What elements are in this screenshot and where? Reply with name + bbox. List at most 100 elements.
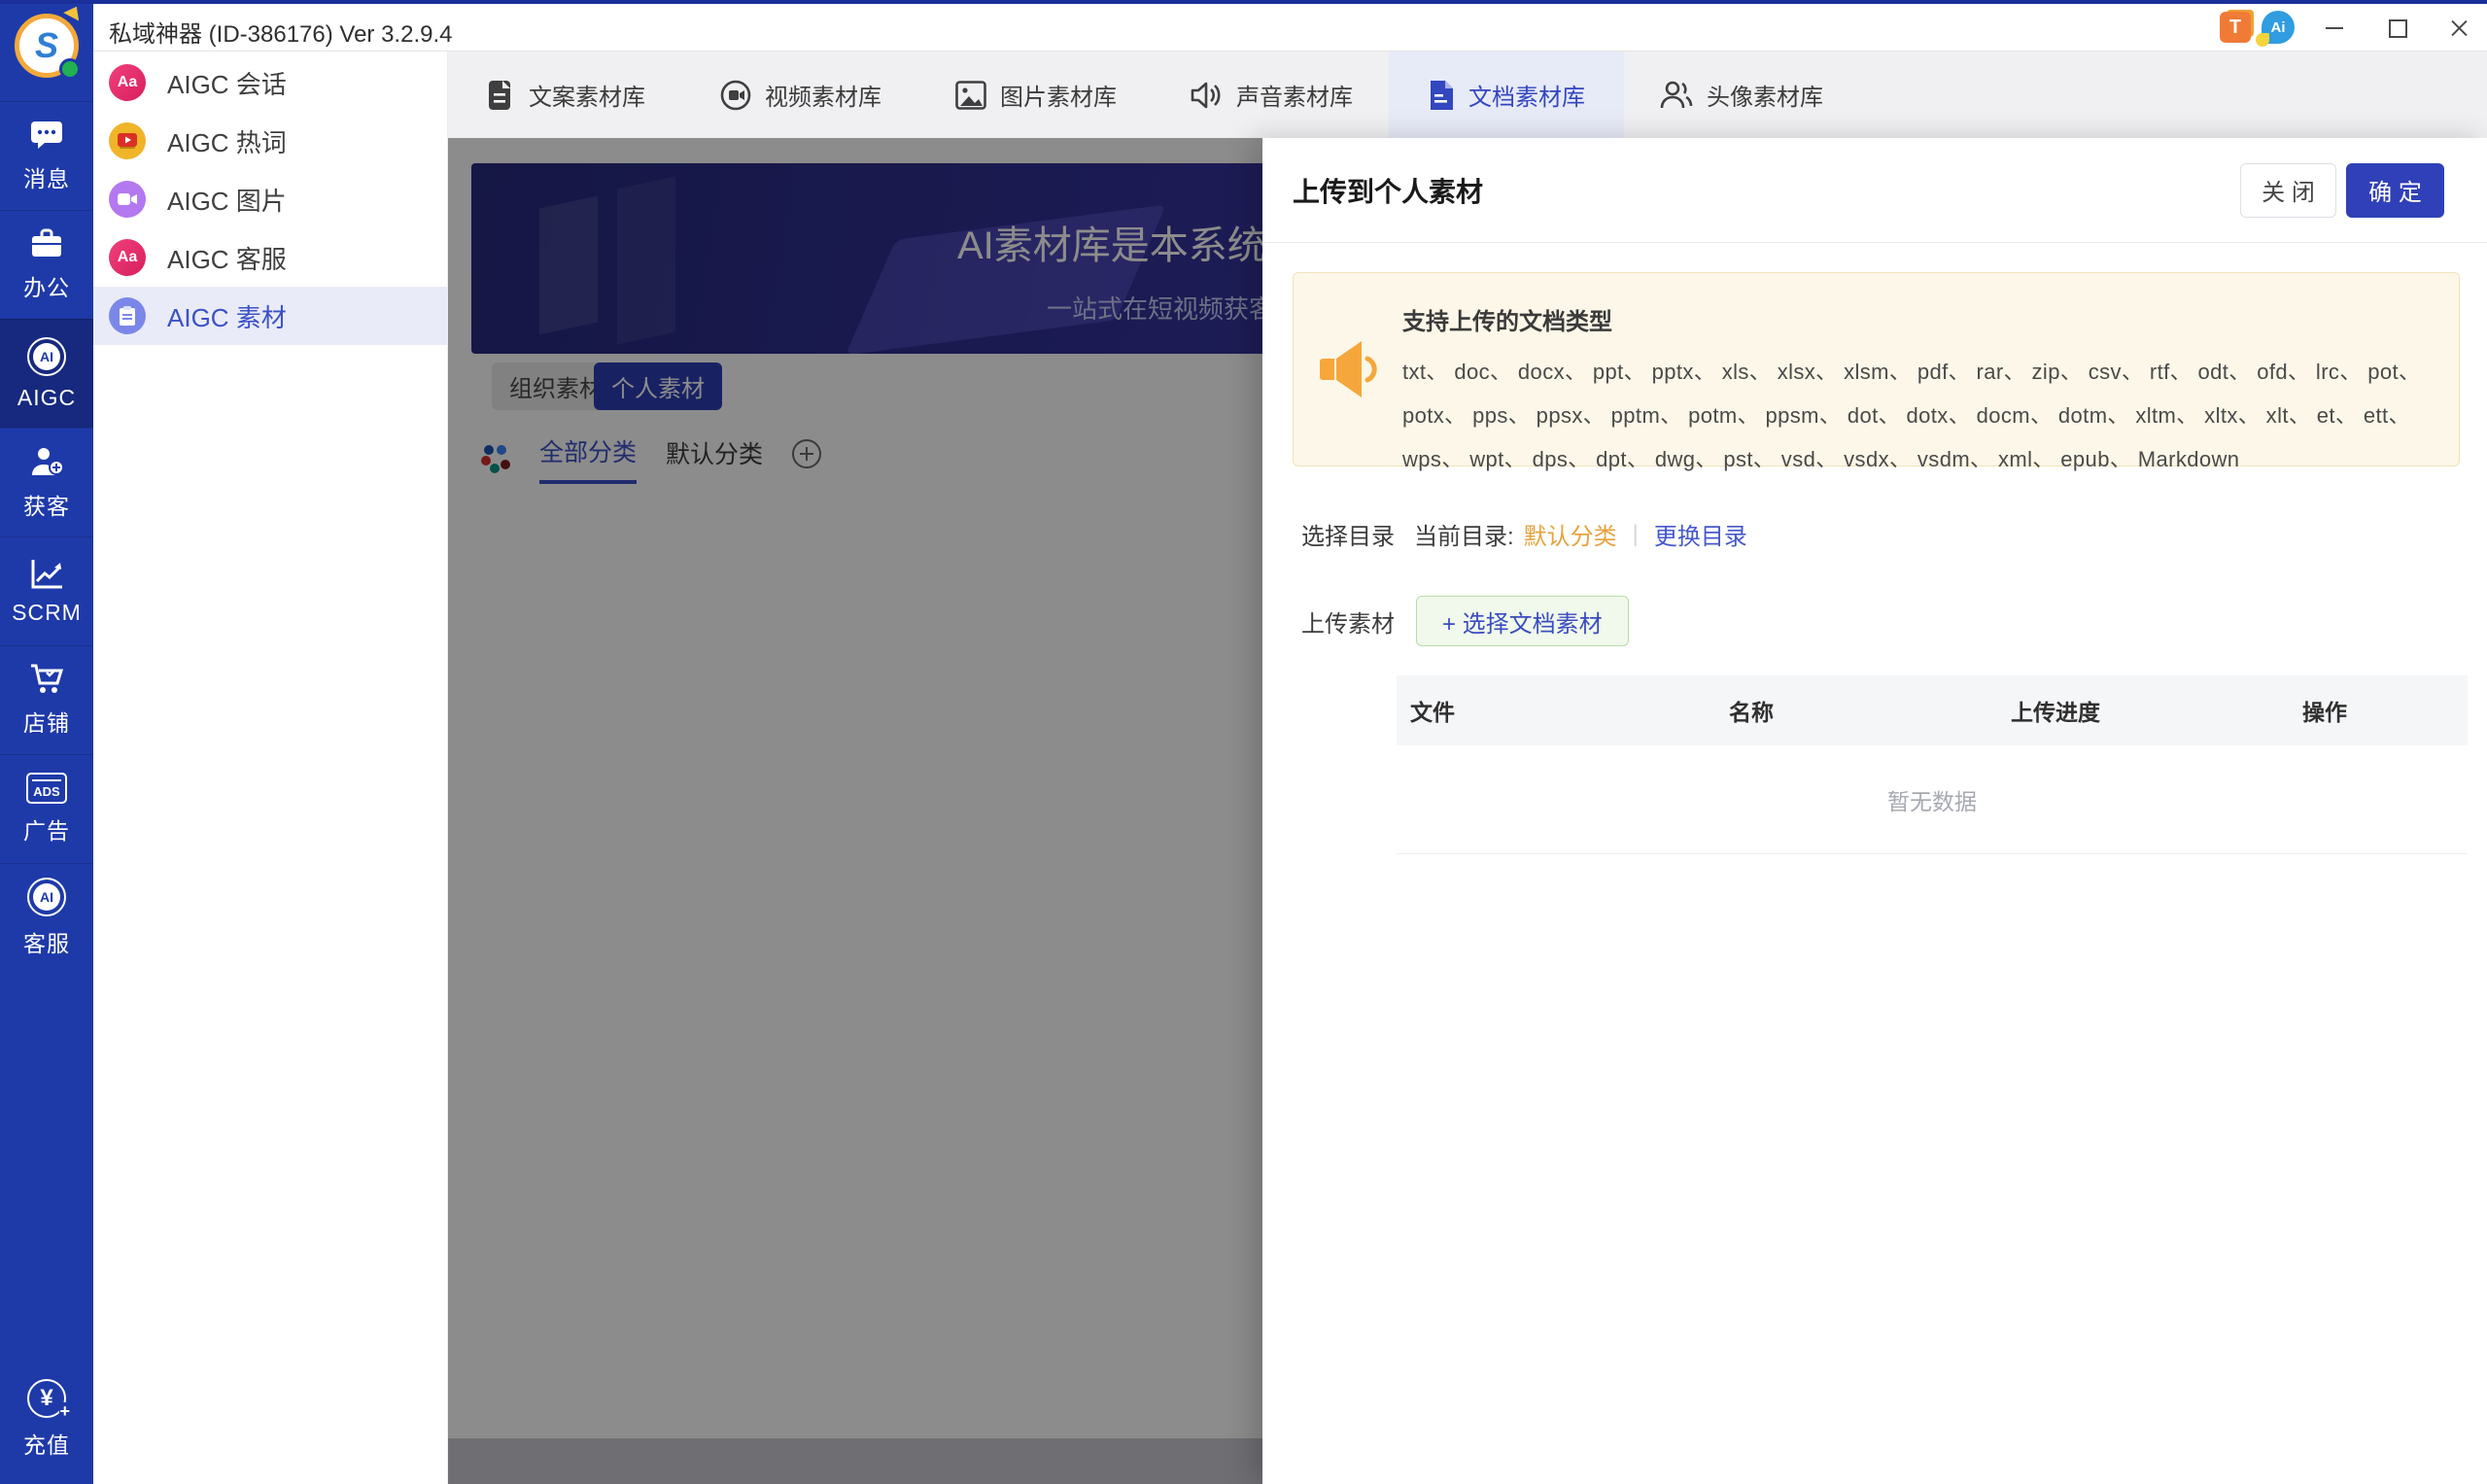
- app-logo[interactable]: S: [15, 14, 79, 78]
- modal-dim-overlay[interactable]: [448, 138, 1262, 1484]
- aa-text: Aa: [118, 74, 137, 91]
- plus-text: +: [59, 1402, 70, 1420]
- subnav-item-aigc-support[interactable]: Aa AIGC 客服: [93, 228, 447, 287]
- sidebar-item-label: 客服: [23, 925, 70, 958]
- crown-icon: [63, 2, 85, 20]
- tab-label: 文案素材库: [529, 78, 645, 112]
- image-icon: [955, 81, 986, 110]
- directory-label: 选择目录: [1301, 517, 1395, 551]
- notice-body: txt、 doc、 docx、 ppt、 pptx、 xls、 xlsx、 xl…: [1402, 350, 2424, 481]
- sidebar-item-label: 消息: [23, 160, 70, 193]
- divider: |: [1633, 521, 1639, 548]
- chat-bubble-icon: [29, 119, 64, 152]
- maximize-button[interactable]: [2383, 14, 2412, 43]
- current-directory-label: 当前目录:: [1414, 517, 1514, 551]
- trend-chart-icon: [29, 558, 64, 591]
- tab-label: 声音素材库: [1236, 78, 1353, 112]
- video-icon: [720, 80, 751, 111]
- aa-circle-icon: Aa: [109, 64, 146, 101]
- sidebar-item-messages[interactable]: 消息: [0, 101, 93, 210]
- sidebar-item-label: 店铺: [23, 705, 70, 738]
- primary-sidebar: S 消息 办公 AI AIGC 获客 SCRM 店铺: [0, 0, 93, 1484]
- tray-ai-assistant-icon[interactable]: Ai: [2262, 11, 2295, 44]
- briefcase-icon: [29, 227, 64, 260]
- table-header-row: 文件 名称 上传进度 操作: [1397, 675, 2468, 745]
- material-tab-bar: 文案素材库 视频素材库 图片素材库 声音素材库 文档素材库 头像素材库: [448, 52, 2487, 138]
- sidebar-item-label: 广告: [23, 812, 70, 846]
- tab-text-materials[interactable]: 文案素材库: [448, 52, 683, 138]
- play-circle-icon: [109, 122, 146, 159]
- camera-circle-icon: [109, 181, 146, 218]
- panel-header: 上传到个人素材 关 闭 确 定: [1262, 138, 2487, 243]
- ai-chat-icon: AI: [27, 878, 66, 916]
- sidebar-item-leads[interactable]: 获客: [0, 428, 93, 536]
- tab-document-materials[interactable]: 文档素材库: [1389, 52, 1624, 138]
- tray-ai-text: Ai: [2271, 19, 2286, 36]
- current-directory-value: 默认分类: [1524, 517, 1617, 551]
- ai-badge-icon: AI: [27, 337, 66, 376]
- ai-chat-text: AI: [33, 883, 60, 911]
- change-directory-link[interactable]: 更换目录: [1654, 517, 1747, 551]
- tab-video-materials[interactable]: 视频素材库: [683, 52, 918, 138]
- column-header-actions: 操作: [2289, 694, 2468, 727]
- clipboard-circle-icon: [109, 297, 146, 334]
- logo-letter: S: [35, 25, 58, 66]
- choose-document-button[interactable]: + 选择文档素材: [1416, 596, 1629, 646]
- sidebar-item-office[interactable]: 办公: [0, 210, 93, 319]
- sidebar-item-label: 充值: [23, 1427, 70, 1460]
- ads-badge-text: ADS: [33, 784, 59, 799]
- tab-image-materials[interactable]: 图片素材库: [918, 52, 1154, 138]
- window-accent-strip: [0, 0, 2487, 4]
- column-header-name: 名称: [1715, 694, 1997, 727]
- aigc-subnav: Aa AIGC 会话 AIGC 热词 AIGC 图片 Aa AIGC 客服 AI…: [93, 52, 448, 1484]
- cart-icon: [29, 663, 64, 696]
- subnav-item-label: AIGC 图片: [167, 182, 287, 218]
- tab-label: 视频素材库: [765, 78, 881, 112]
- subnav-item-aigc-chat[interactable]: Aa AIGC 会话: [93, 53, 447, 112]
- tray-t-text: T: [2229, 17, 2241, 39]
- app-window: S 消息 办公 AI AIGC 获客 SCRM 店铺: [0, 0, 2487, 1484]
- tab-avatar-materials[interactable]: 头像素材库: [1624, 52, 1859, 138]
- sidebar-item-label: SCRM: [12, 600, 82, 626]
- sidebar-item-support[interactable]: AI 客服: [0, 863, 93, 972]
- speaker-icon: [1190, 81, 1223, 110]
- upload-row: 上传素材 + 选择文档素材: [1301, 596, 2487, 646]
- subnav-item-label: AIGC 素材: [167, 298, 287, 334]
- sidebar-item-recharge[interactable]: ¥+ 充值: [0, 1364, 93, 1473]
- upload-panel: 上传到个人素材 关 闭 确 定 支持上传的文档类型 txt、 doc、 docx…: [1262, 138, 2487, 1484]
- subnav-item-label: AIGC 客服: [167, 240, 287, 276]
- sidebar-item-shop[interactable]: 店铺: [0, 645, 93, 754]
- tab-audio-materials[interactable]: 声音素材库: [1154, 52, 1389, 138]
- recharge-icon: ¥+: [27, 1379, 66, 1418]
- subnav-item-aigc-materials[interactable]: AIGC 素材: [93, 287, 447, 345]
- sidebar-item-ads[interactable]: ADS 广告: [0, 754, 93, 863]
- tray-t-icon[interactable]: T: [2220, 12, 2251, 43]
- window-title: 私域神器 (ID-386176) Ver 3.2.9.4: [109, 15, 452, 49]
- online-status-dot: [59, 58, 81, 80]
- subnav-item-label: AIGC 会话: [167, 65, 287, 101]
- minimize-button[interactable]: [2320, 14, 2349, 43]
- content-region: 文案素材库 视频素材库 图片素材库 声音素材库 文档素材库 头像素材库: [448, 52, 2487, 1484]
- subnav-item-aigc-images[interactable]: AIGC 图片: [93, 170, 447, 228]
- title-bar: 私域神器 (ID-386176) Ver 3.2.9.4 T Ai: [93, 4, 2487, 52]
- sidebar-item-scrm[interactable]: SCRM: [0, 536, 93, 645]
- sidebar-item-aigc[interactable]: AI AIGC: [0, 319, 93, 428]
- upload-label: 上传素材: [1301, 604, 1395, 638]
- text-doc-icon: [486, 80, 515, 111]
- close-panel-button[interactable]: 关 闭: [2240, 163, 2336, 218]
- confirm-button[interactable]: 确 定: [2346, 163, 2444, 218]
- ads-badge-icon: ADS: [26, 773, 67, 804]
- aa-text: Aa: [118, 249, 137, 266]
- subnav-item-aigc-hotwords[interactable]: AIGC 热词: [93, 112, 447, 170]
- tab-label: 图片素材库: [1000, 78, 1117, 112]
- tab-label: 文档素材库: [1468, 78, 1585, 112]
- notice-title: 支持上传的文档类型: [1402, 302, 2424, 336]
- aa-circle-icon: Aa: [109, 239, 146, 276]
- directory-row: 选择目录 当前目录: 默认分类 | 更换目录: [1301, 517, 2487, 551]
- panel-title: 上传到个人素材: [1293, 171, 1483, 210]
- column-header-file: 文件: [1397, 694, 1715, 727]
- ai-badge-text: AI: [33, 343, 60, 370]
- table-empty-state: 暂无数据: [1397, 745, 2468, 854]
- sidebar-item-label: AIGC: [17, 385, 76, 411]
- close-window-button[interactable]: [2444, 14, 2473, 43]
